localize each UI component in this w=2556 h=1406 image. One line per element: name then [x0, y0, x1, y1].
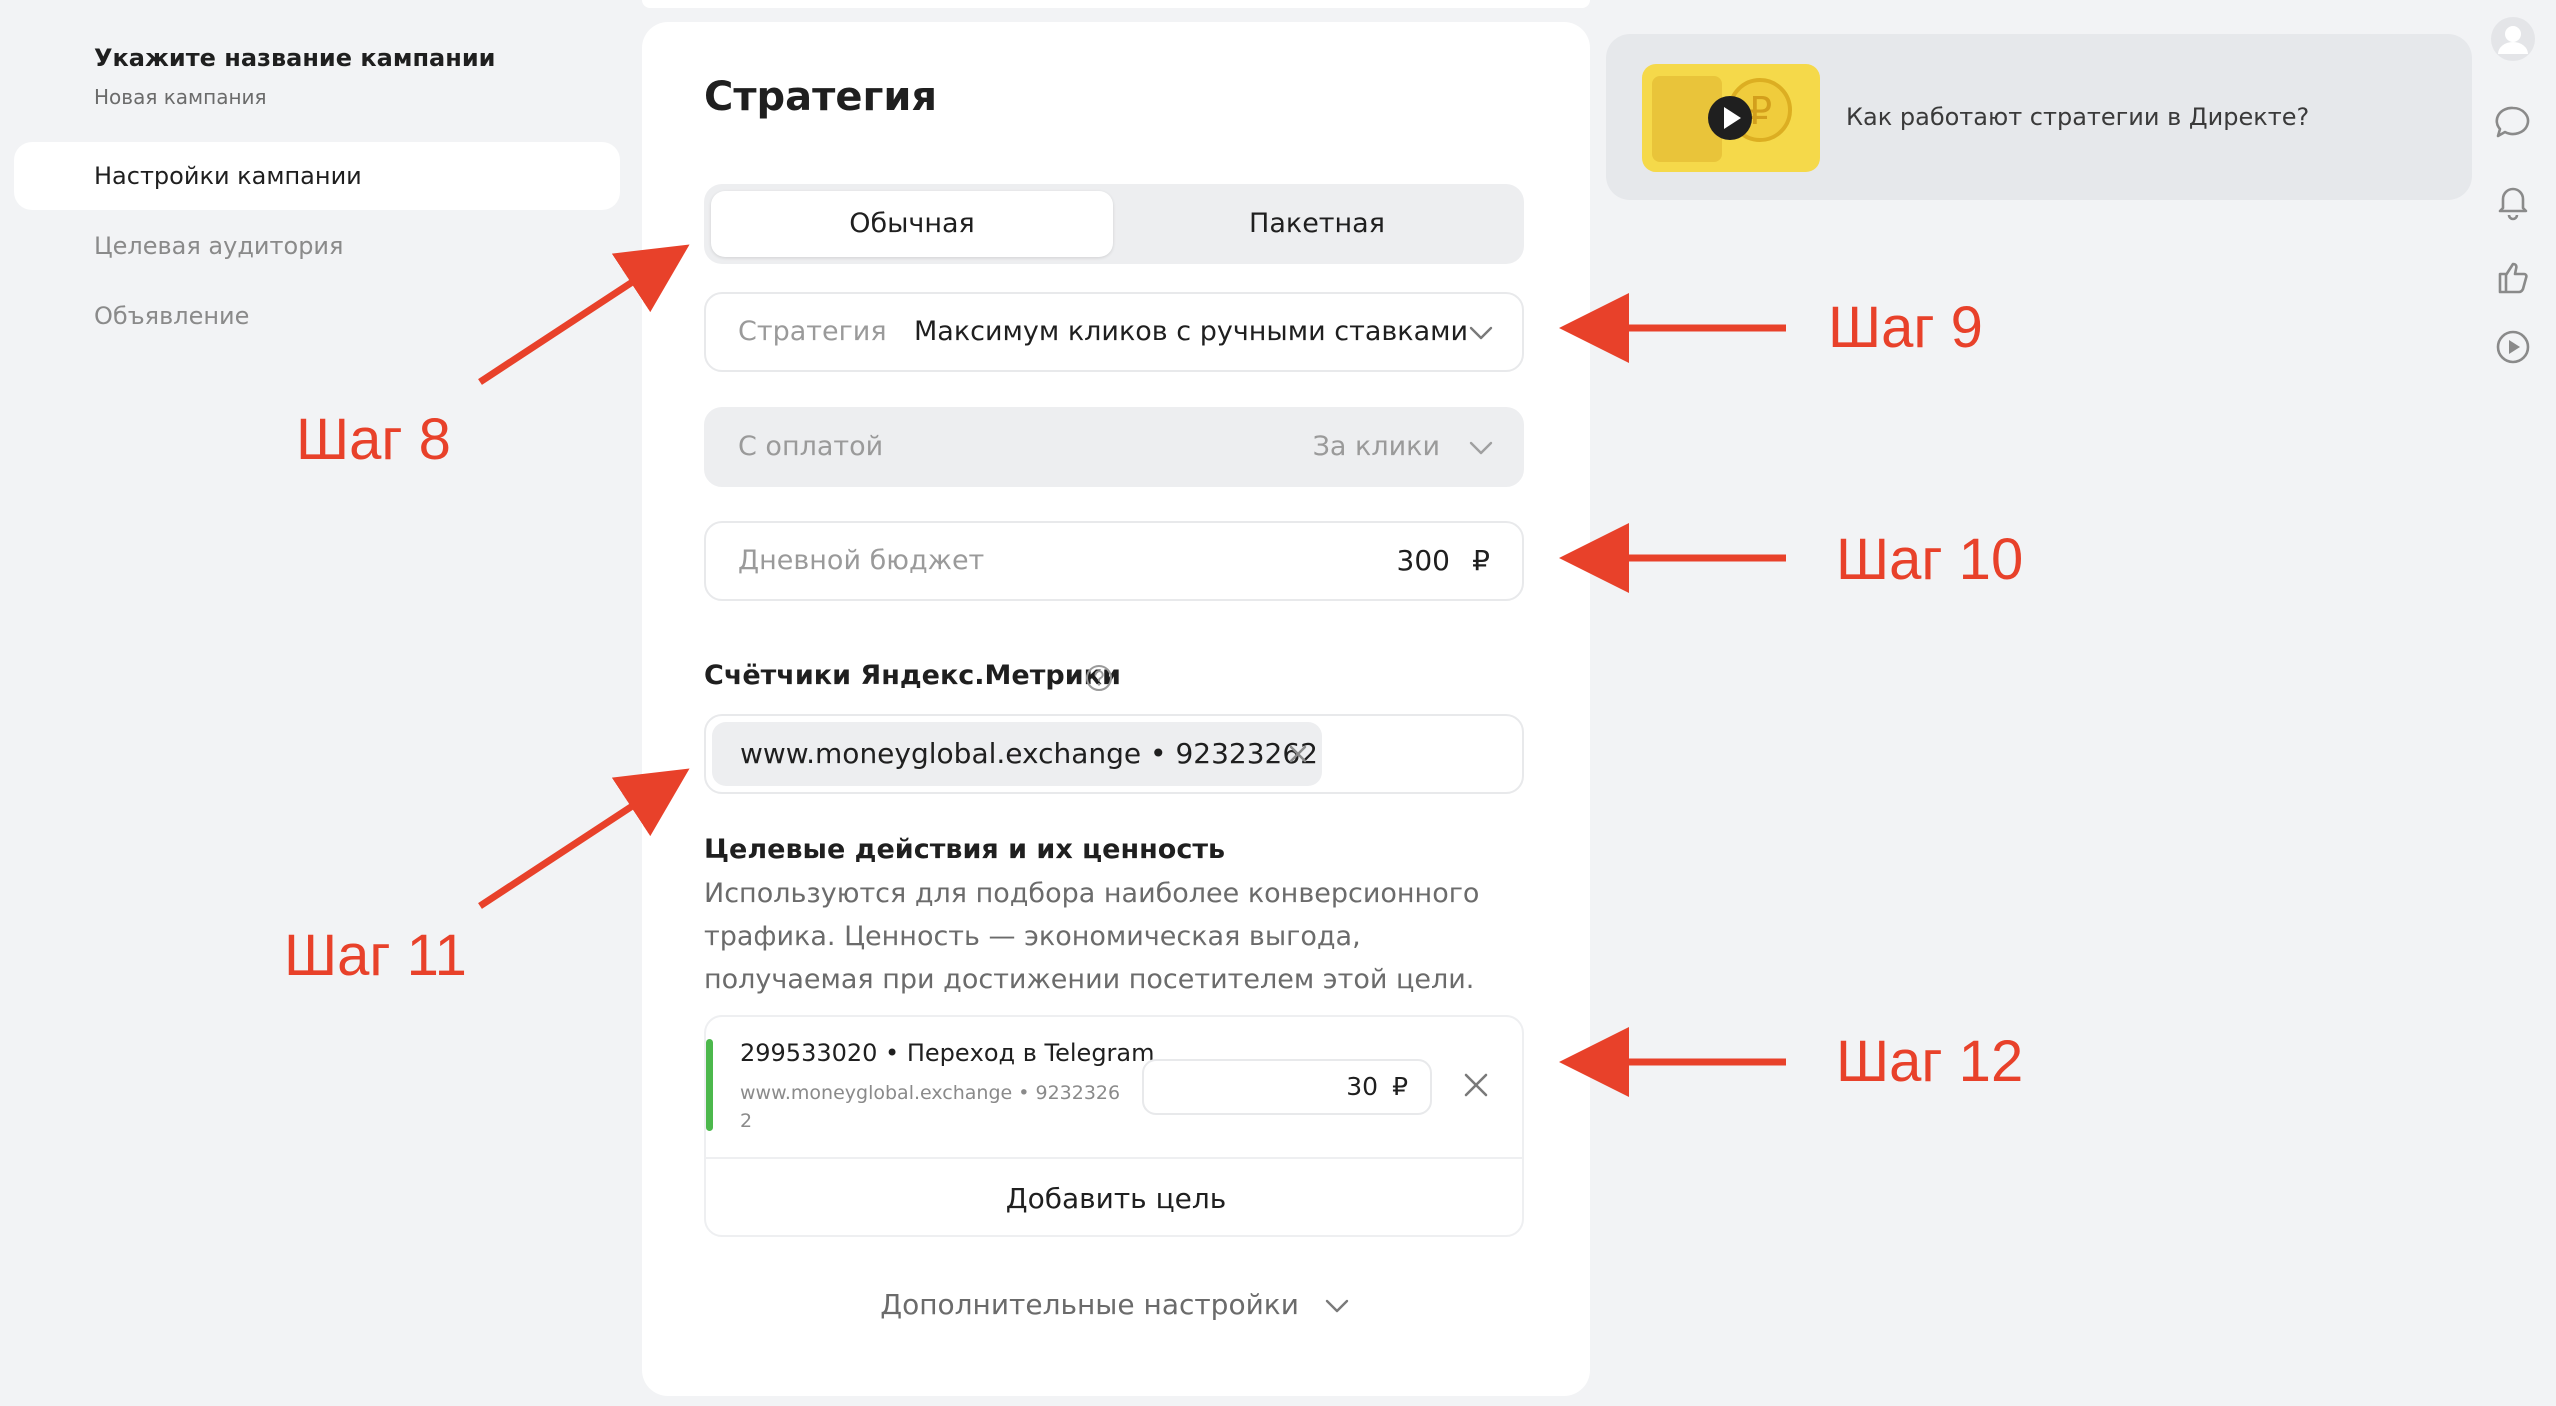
step-10-label: Шаг 10 [1836, 527, 2024, 592]
step-12-label: Шаг 12 [1836, 1029, 2024, 1094]
arrow-step-11 [478, 768, 690, 909]
step-9-label: Шаг 9 [1828, 295, 1983, 360]
annotation-arrows [478, 244, 1786, 1097]
step-11-label: Шаг 11 [284, 923, 467, 988]
arrow-step-8 [478, 244, 690, 385]
step-8-label: Шаг 8 [296, 407, 451, 472]
